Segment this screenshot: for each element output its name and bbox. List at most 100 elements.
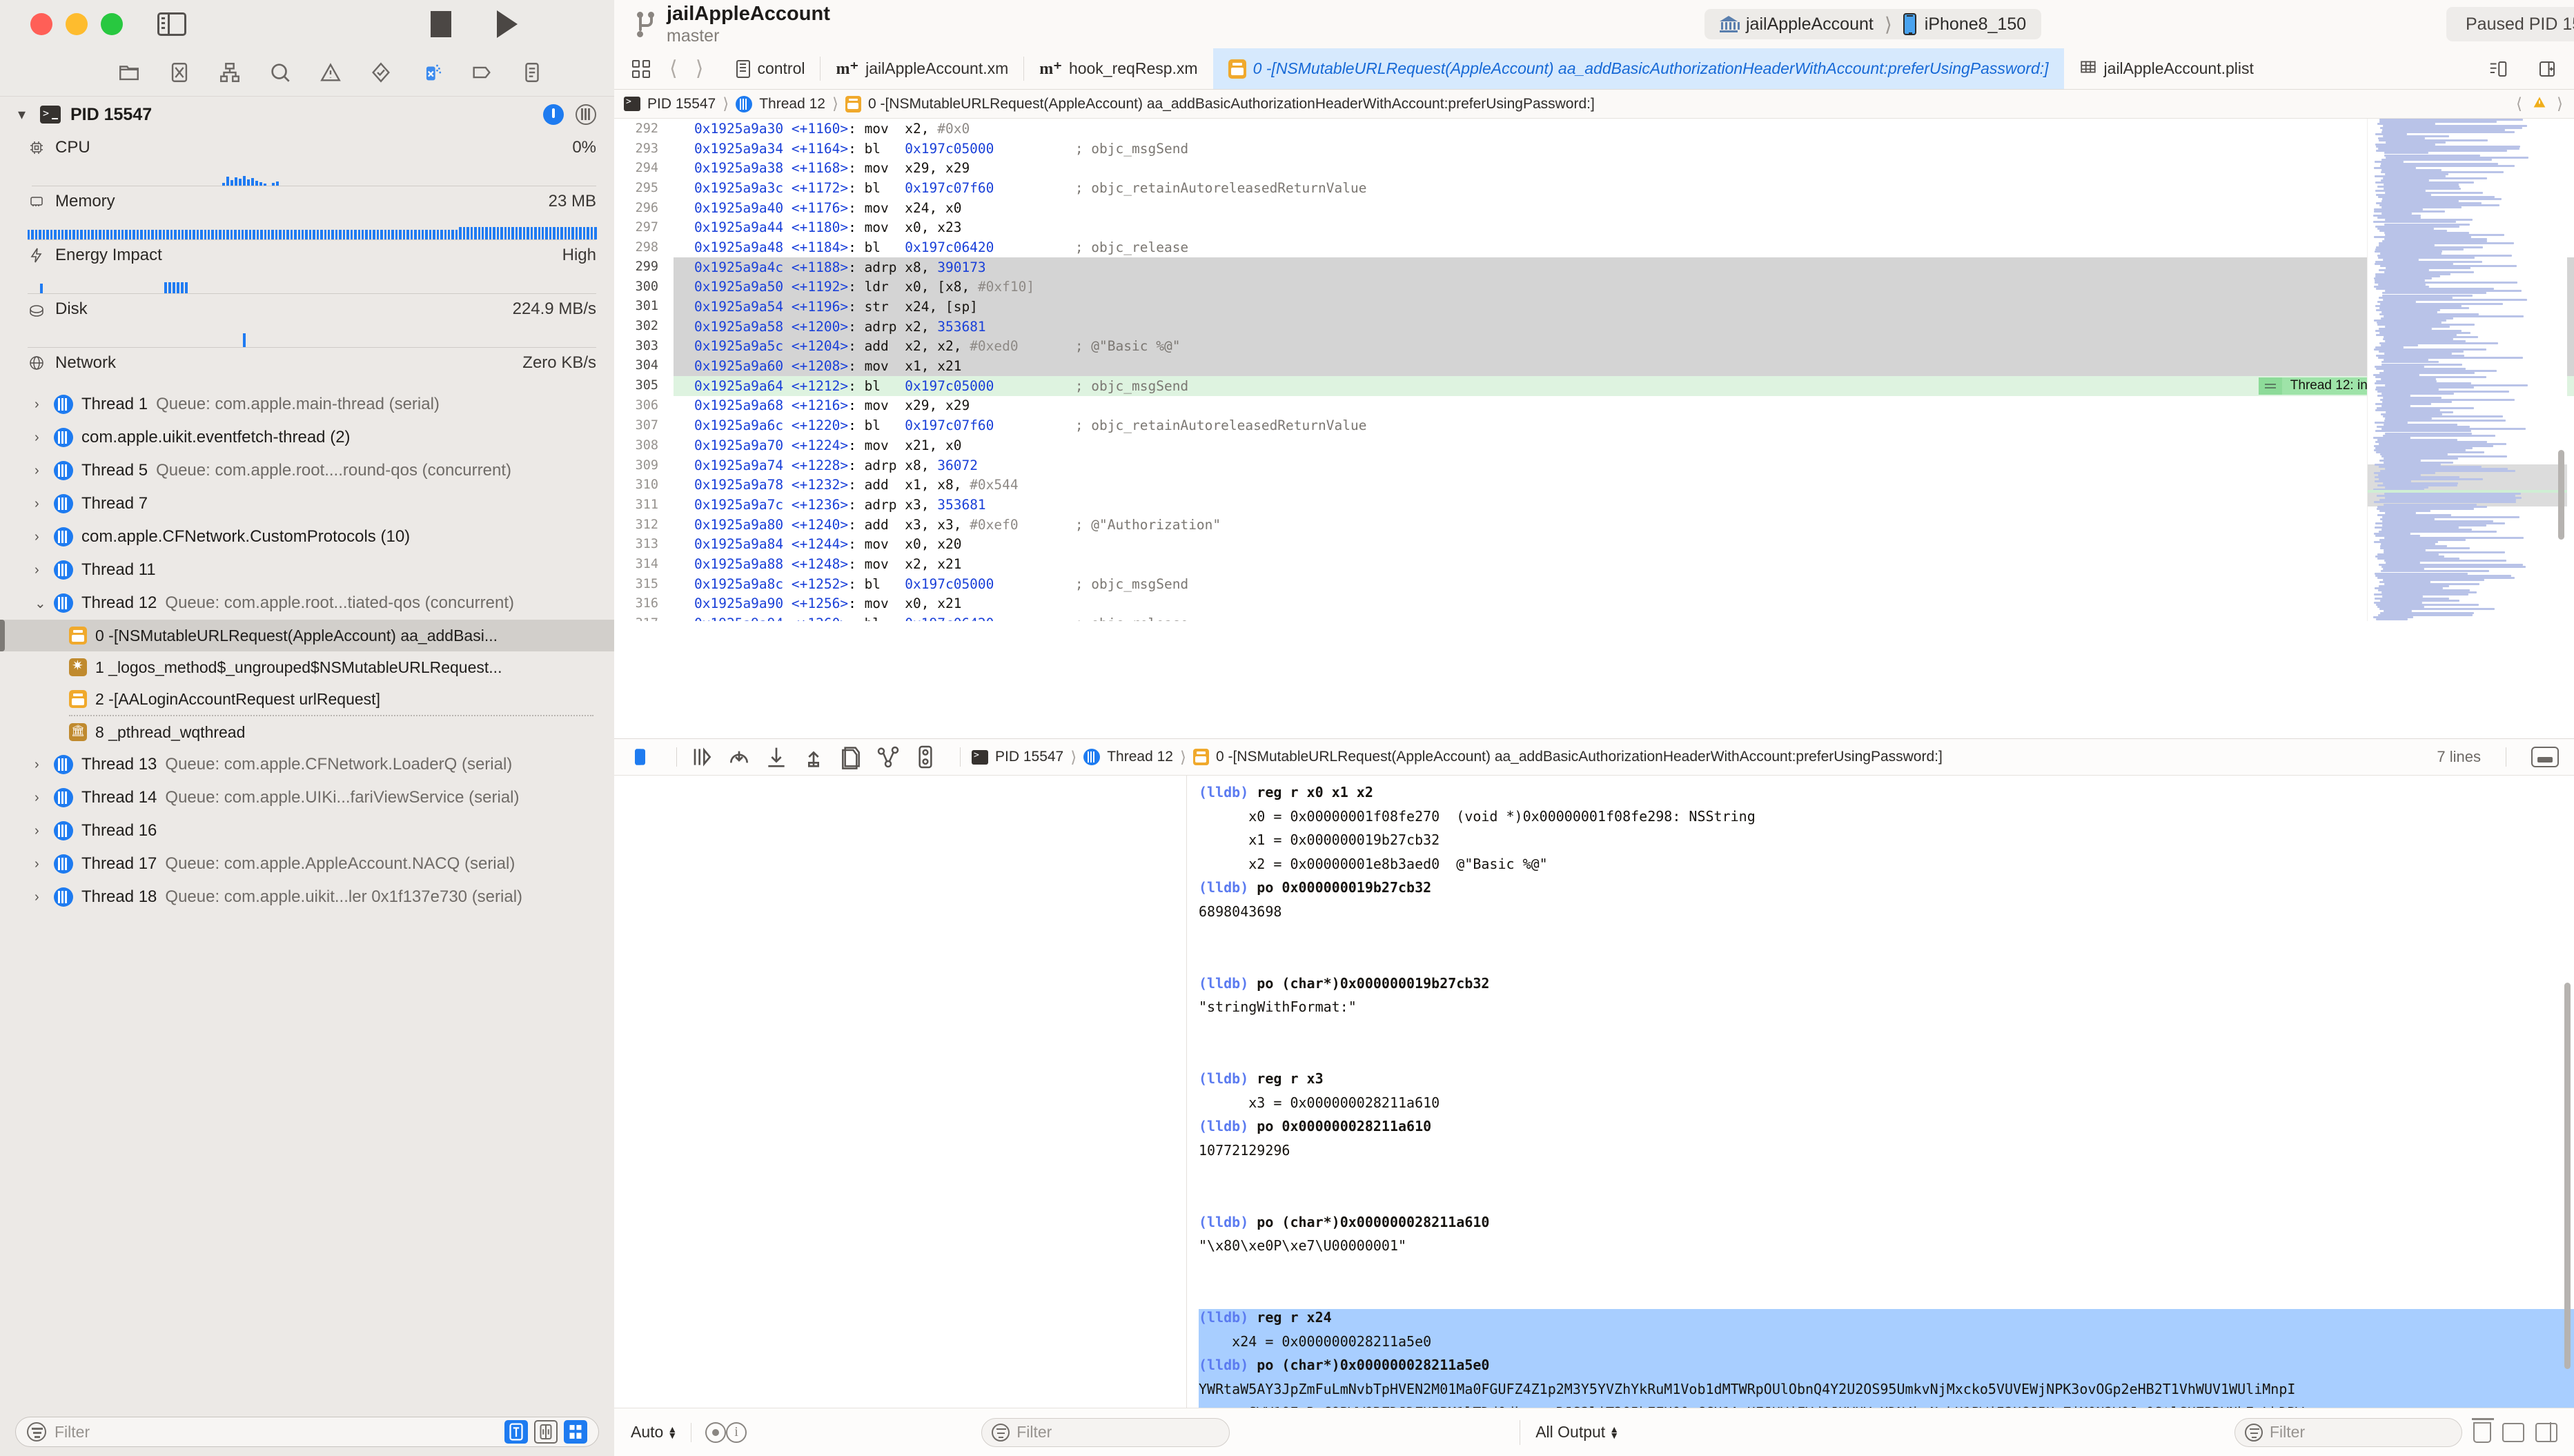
simulate-location-icon[interactable] (912, 743, 939, 771)
source-control-icon[interactable] (168, 61, 191, 84)
split-editor-icon[interactable] (2537, 59, 2557, 79)
console-line[interactable] (1199, 1023, 2574, 1047)
run-button[interactable] (497, 10, 518, 38)
assembly-line[interactable]: 314 0x1925a9a88 <+1248>: mov x2, x21 (614, 554, 2574, 574)
console-line[interactable]: "stringWithFormat:" (1199, 998, 2574, 1023)
chevron-right-icon[interactable]: › (35, 757, 46, 773)
memory-graph-icon[interactable] (874, 743, 902, 771)
debugbar-frame[interactable]: 0 -[NSMutableURLRequest(AppleAccount) aa… (1216, 749, 1943, 765)
show-all-frames-toggle[interactable] (564, 1420, 587, 1444)
continue-icon[interactable] (628, 743, 656, 771)
editor-tab-bar[interactable]: ⟨ ⟩ control m⁺ jailAppleAccount.xm m⁺ ho… (614, 48, 2574, 90)
thread-row[interactable]: › Thread 13 Queue: com.apple.CFNetwork.Loa… (0, 748, 614, 781)
close-window-button[interactable] (30, 13, 52, 35)
jumpbar-frame[interactable]: 0 -[NSMutableURLRequest(AppleAccount) aa… (868, 96, 1595, 112)
gauge-network[interactable]: Network Zero KB/s (0, 348, 614, 378)
console-line[interactable]: x2 = 0x00000001e8b3aed0 @"Basic %@" (1199, 856, 2574, 880)
debug-navigator[interactable]: ▾ PID 15547 CPU 0% (0, 97, 614, 1408)
thread-row-expanded[interactable]: ⌄ Thread 12 Queue: com.apple.root...tiated… (0, 587, 614, 620)
stack-frame-row[interactable]: 1 _logos_method$_ungrouped$NSMutableURLR… (0, 651, 614, 683)
minimize-window-button[interactable] (66, 13, 88, 35)
console-scrollbar[interactable] (2564, 983, 2571, 1369)
stack-frame-row-selected[interactable]: 0 -[NSMutableURLRequest(AppleAccount) aa… (0, 620, 614, 651)
tab-overview-icon[interactable] (632, 59, 650, 78)
assistant-editor-icon[interactable] (2488, 59, 2508, 79)
show-queues-toggle[interactable] (534, 1420, 558, 1444)
console-line[interactable] (1199, 1190, 2574, 1214)
console-bottom-bar[interactable]: Auto ▲▼ Filter All Output ▲▼ Filter (614, 1408, 2574, 1456)
assembly-line[interactable]: 296 0x1925a9a40 <+1176>: mov x24, x0 (614, 198, 2574, 218)
editor-scrollbar[interactable] (2558, 450, 2564, 540)
thread-row[interactable]: › com.apple.CFNetwork.CustomProtocols (10… (0, 520, 614, 553)
project-branch-area[interactable]: jailAppleAccount master (636, 3, 830, 45)
gauge-memory[interactable]: Memory 23 MB (0, 186, 614, 240)
console-line[interactable]: (lldb) reg r x24 (1199, 1309, 2574, 1333)
step-out-icon[interactable] (800, 743, 827, 771)
jumpbar-pid[interactable]: PID 15547 (647, 96, 716, 112)
variables-filter-field[interactable]: Filter (981, 1417, 1230, 1447)
editor-minimap[interactable] (2367, 119, 2567, 621)
console-line[interactable] (1199, 951, 2574, 975)
console-line[interactable]: x24 = 0x000000028211a5e0 (1199, 1332, 2574, 1357)
tab-jailappleaccount-plist[interactable]: jailAppleAccount.plist (2064, 48, 2269, 89)
assembly-line[interactable]: 304 0x1925a9a60 <+1208>: mov x1, x21 (614, 356, 2574, 376)
search-icon[interactable] (268, 61, 292, 84)
debug-console[interactable]: (lldb) reg r x0 x1 x2 x0 = 0x00000001f08… (1188, 776, 2574, 1408)
gauge-energy[interactable]: Energy Impact High (0, 240, 614, 294)
variables-view[interactable] (614, 776, 1187, 1408)
chevron-right-icon[interactable]: › (35, 823, 46, 839)
console-filter-field[interactable]: Filter (2234, 1417, 2462, 1447)
assembly-line[interactable]: 299 0x1925a9a4c <+1188>: adrp x8, 390173 (614, 257, 2574, 277)
folder-icon[interactable] (117, 61, 141, 84)
console-line[interactable]: YWRtaW5AY3JpZmFuLmNvbTpHVEN2M01Ma0FGUFZ4… (1199, 1380, 2574, 1405)
chevron-right-icon[interactable]: › (35, 463, 46, 479)
warning-icon[interactable] (2532, 95, 2547, 113)
clear-console-icon[interactable] (2472, 1417, 2494, 1443)
console-line[interactable] (1199, 1166, 2574, 1190)
tabbar-left-icons[interactable]: ⟨ ⟩ (614, 48, 721, 89)
assembly-line[interactable]: 293 0x1925a9a34 <+1164>: bl 0x197c05000 ;… (614, 139, 2574, 159)
debug-icon[interactable] (420, 61, 443, 84)
console-line[interactable]: (lldb) po (char*)0x000000028211a5e0 (1199, 1357, 2574, 1381)
console-line[interactable]: x1 = 0x000000019b27cb32 (1199, 832, 2574, 856)
chevron-right-icon[interactable]: › (35, 397, 46, 413)
assembly-line[interactable]: 300 0x1925a9a50 <+1192>: ldr x0, [x8, #0x… (614, 277, 2574, 297)
test-icon[interactable] (369, 61, 393, 84)
breakpoint-icon[interactable] (470, 61, 493, 84)
assembly-line[interactable]: 303 0x1925a9a5c <+1204>: add x2, x2, #0xe… (614, 336, 2574, 357)
chevron-right-icon[interactable]: › (35, 562, 46, 578)
chevron-right-icon[interactable]: › (35, 430, 46, 446)
gauge-cpu[interactable]: CPU 0% (0, 132, 614, 186)
warning-icon[interactable] (319, 61, 342, 84)
run-controls[interactable] (431, 10, 518, 38)
go-forward-icon[interactable]: ⟩ (687, 57, 713, 81)
console-line[interactable] (1199, 1285, 2574, 1309)
stack-frame-row[interactable]: 8 _pthread_wqthread (0, 716, 614, 748)
thread-row[interactable]: › Thread 18 Queue: com.apple.uikit...ler 0… (0, 881, 614, 914)
traffic-lights[interactable] (30, 13, 123, 35)
chevron-right-icon[interactable]: › (35, 856, 46, 872)
chevron-down-icon[interactable]: ⌄ (35, 595, 46, 612)
report-icon[interactable] (520, 61, 544, 84)
navigator-selector-bar[interactable] (0, 48, 614, 97)
navigator-filter-field[interactable]: Filter (15, 1417, 599, 1447)
zoom-window-button[interactable] (101, 13, 123, 35)
step-over-icon[interactable] (688, 743, 716, 771)
assembly-line[interactable]: 301 0x1925a9a54 <+1196>: str x24, [sp] (614, 297, 2574, 317)
chevron-down-icon[interactable]: ▾ (18, 106, 30, 124)
console-line[interactable]: (lldb) po 0x000000028211a610 (1199, 1118, 2574, 1142)
toggle-console-view-icon[interactable] (2535, 1422, 2557, 1442)
view-hierarchy-icon[interactable] (837, 743, 865, 771)
next-issue-icon[interactable]: ⟩ (2557, 95, 2563, 113)
thread-list[interactable]: › Thread 1 Queue: com.apple.main-thread (s… (0, 388, 614, 914)
stop-button[interactable] (431, 11, 451, 37)
thread-row[interactable]: › Thread 11 (0, 553, 614, 587)
thread-row[interactable]: › Thread 5 Queue: com.apple.root....round-… (0, 454, 614, 487)
thread-row[interactable]: › com.apple.uikit.eventfetch-thread (2) (0, 421, 614, 454)
assembly-line[interactable]: 307 0x1925a9a6c <+1220>: bl 0x197c07f60 ;… (614, 415, 2574, 435)
assembly-line[interactable]: 298 0x1925a9a48 <+1184>: bl 0x197c06420 ;… (614, 237, 2574, 257)
assembly-line[interactable]: 3170x1925a9a94 <+1260>: bl 0x197c06420 ;… (614, 613, 2574, 621)
console-line[interactable] (1199, 1261, 2574, 1286)
editor-jump-bar[interactable]: PID 15547 ⟩ Thread 12 ⟩ 0 -[NSMutableURL… (614, 90, 2574, 119)
tab-stack-frame-active[interactable]: 0 -[NSMutableURLRequest(AppleAccount) aa… (1212, 48, 2064, 89)
